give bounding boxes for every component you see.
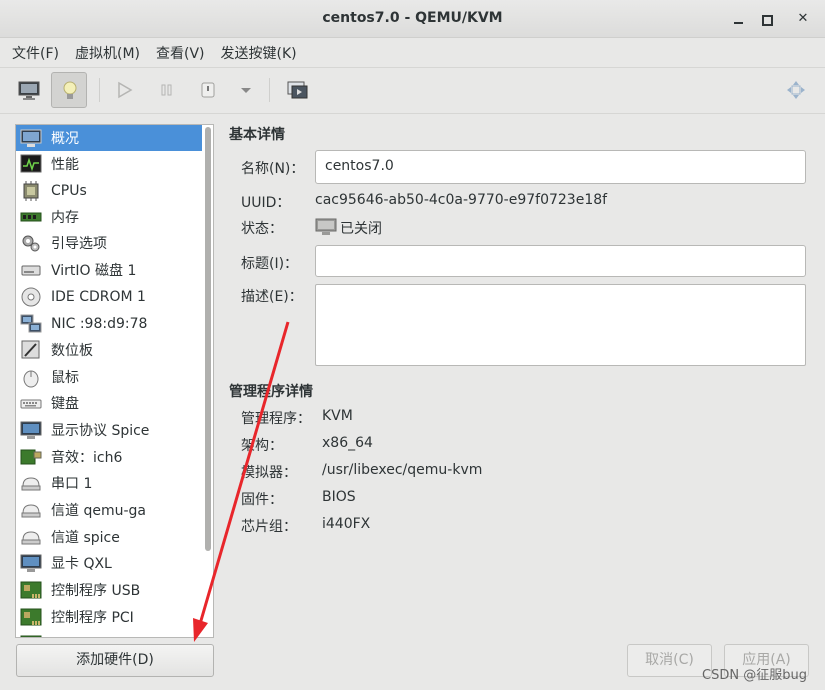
cancel-button[interactable]: 取消(C)	[627, 644, 712, 677]
sidebar-item-display-spice[interactable]: 显示协议 Spice	[16, 417, 202, 443]
controller-icon	[20, 608, 42, 626]
window-title: centos7.0 - QEMU/KVM	[322, 10, 503, 26]
emulator-label: 模拟器：	[241, 465, 297, 481]
overview-icon	[20, 129, 42, 147]
title-input[interactable]	[315, 245, 806, 277]
shutdown-button[interactable]	[190, 72, 226, 108]
sidebar-item-memory[interactable]: 内存	[16, 204, 202, 230]
chevron-down-icon	[241, 88, 251, 93]
sidebar-item-channel-spice[interactable]: 信道 spice	[16, 524, 202, 550]
emulator-value: /usr/libexec/qemu-kvm	[322, 462, 483, 478]
title-bar: centos7.0 - QEMU/KVM ✕	[0, 0, 825, 38]
basic-details-title: 基本详情	[229, 127, 285, 143]
disk-icon	[21, 265, 41, 276]
toolbar	[0, 68, 825, 114]
menu-bar: 文件(F) 虚拟机(M) 查看(V) 发送按键(K)	[0, 38, 825, 68]
play-icon	[118, 81, 133, 99]
uuid-value: cac95646-ab50-4c0a-9770-e97f0723e18f	[315, 192, 608, 208]
watermark: CSDN @征服bug	[702, 668, 807, 683]
sidebar-item-cpus[interactable]: CPUs	[16, 178, 202, 204]
description-textarea[interactable]	[315, 284, 806, 366]
sidebar-item-serial[interactable]: 串口 1	[16, 470, 202, 496]
close-button[interactable]: ✕	[792, 8, 814, 30]
minimize-button[interactable]	[728, 8, 750, 30]
sidebar-item-nic[interactable]: NIC :98:d9:78	[16, 311, 202, 337]
title-label: 标题(I)：	[241, 256, 299, 272]
sidebar-item-video-qxl[interactable]: 显卡 QXL	[16, 550, 202, 576]
sidebar-item-mouse[interactable]: 鼠标	[16, 364, 202, 390]
sidebar-scrollbar[interactable]	[203, 125, 213, 637]
firmware-value: BIOS	[322, 489, 356, 505]
status-label: 状态：	[241, 221, 283, 237]
description-label: 描述(E)：	[241, 289, 303, 305]
menu-view[interactable]: 查看(V)	[150, 43, 211, 63]
sidebar-item-virtio-disk[interactable]: VirtIO 磁盘 1	[16, 257, 202, 283]
name-input[interactable]: centos7.0	[315, 150, 806, 184]
lightbulb-icon	[63, 81, 77, 99]
memory-icon	[20, 212, 42, 222]
shutdown-menu-button[interactable]	[228, 72, 264, 108]
fullscreen-icon	[787, 81, 805, 99]
pause-button[interactable]	[149, 72, 185, 108]
keyboard-icon	[20, 399, 42, 409]
sidebar-item-keyboard[interactable]: 键盘	[16, 390, 202, 416]
channel-icon	[21, 504, 41, 518]
mouse-icon	[23, 370, 39, 388]
sidebar-item-ide-cdrom[interactable]: IDE CDROM 1	[16, 284, 202, 310]
boot-options-icon	[22, 235, 40, 252]
video-icon	[20, 554, 42, 572]
monitor-icon	[18, 81, 40, 100]
controller-icon	[20, 635, 42, 637]
pause-icon	[161, 84, 172, 96]
sidebar-scrollbar-thumb[interactable]	[205, 127, 211, 551]
name-label: 名称(N)：	[241, 161, 305, 177]
sidebar-item-performance[interactable]: 性能	[16, 151, 202, 177]
sound-icon	[20, 449, 42, 465]
vm-status-monitor-icon	[315, 218, 337, 235]
sidebar-item-controller-usb[interactable]: 控制程序 USB	[16, 577, 202, 603]
sidebar-item-partial	[16, 631, 202, 637]
display-icon	[20, 421, 42, 439]
sidebar-item-channel-qemu-ga[interactable]: 信道 qemu-ga	[16, 497, 202, 523]
firmware-label: 固件：	[241, 492, 283, 508]
architecture-value: x86_64	[322, 435, 373, 451]
uuid-label: UUID：	[241, 195, 291, 211]
controller-icon	[20, 581, 42, 599]
snapshots-button[interactable]	[279, 72, 315, 108]
nic-icon	[20, 314, 42, 333]
cpu-icon	[23, 181, 39, 201]
sidebar-item-boot-options[interactable]: 引导选项	[16, 230, 202, 256]
tablet-icon	[21, 340, 40, 359]
chipset-value: i440FX	[322, 516, 371, 532]
power-icon	[201, 82, 215, 98]
menu-file[interactable]: 文件(F)	[6, 43, 65, 63]
sidebar-item-overview[interactable]: 概况	[16, 125, 202, 151]
hardware-list[interactable]: 概况 性能 CPUs 内存 引导选项 VirtIO 磁盘 1 IDE CDROM…	[15, 124, 214, 638]
snapshot-icon	[287, 81, 308, 99]
menu-vm[interactable]: 虚拟机(M)	[69, 43, 146, 63]
add-hardware-button[interactable]: 添加硬件(D)	[16, 644, 214, 677]
channel-icon	[21, 531, 41, 545]
sidebar-item-controller-pci[interactable]: 控制程序 PCI	[16, 604, 202, 630]
menu-send-key[interactable]: 发送按键(K)	[215, 43, 303, 63]
sidebar-item-tablet[interactable]: 数位板	[16, 337, 202, 363]
run-button[interactable]	[106, 72, 142, 108]
performance-icon	[20, 154, 42, 173]
cdrom-icon	[21, 287, 41, 307]
serial-icon	[21, 477, 41, 491]
fullscreen-button[interactable]	[778, 72, 814, 108]
hypervisor-details-title: 管理程序详情	[229, 384, 313, 400]
hypervisor-value: KVM	[322, 408, 353, 424]
console-button[interactable]	[11, 72, 47, 108]
status-value: 已关闭	[340, 221, 382, 237]
sidebar-item-sound[interactable]: 音效：ich6	[16, 444, 202, 470]
maximize-button[interactable]	[755, 8, 777, 30]
chipset-label: 芯片组：	[241, 519, 297, 535]
architecture-label: 架构：	[241, 438, 283, 454]
hypervisor-label: 管理程序：	[241, 411, 311, 427]
details-button[interactable]	[51, 72, 87, 108]
